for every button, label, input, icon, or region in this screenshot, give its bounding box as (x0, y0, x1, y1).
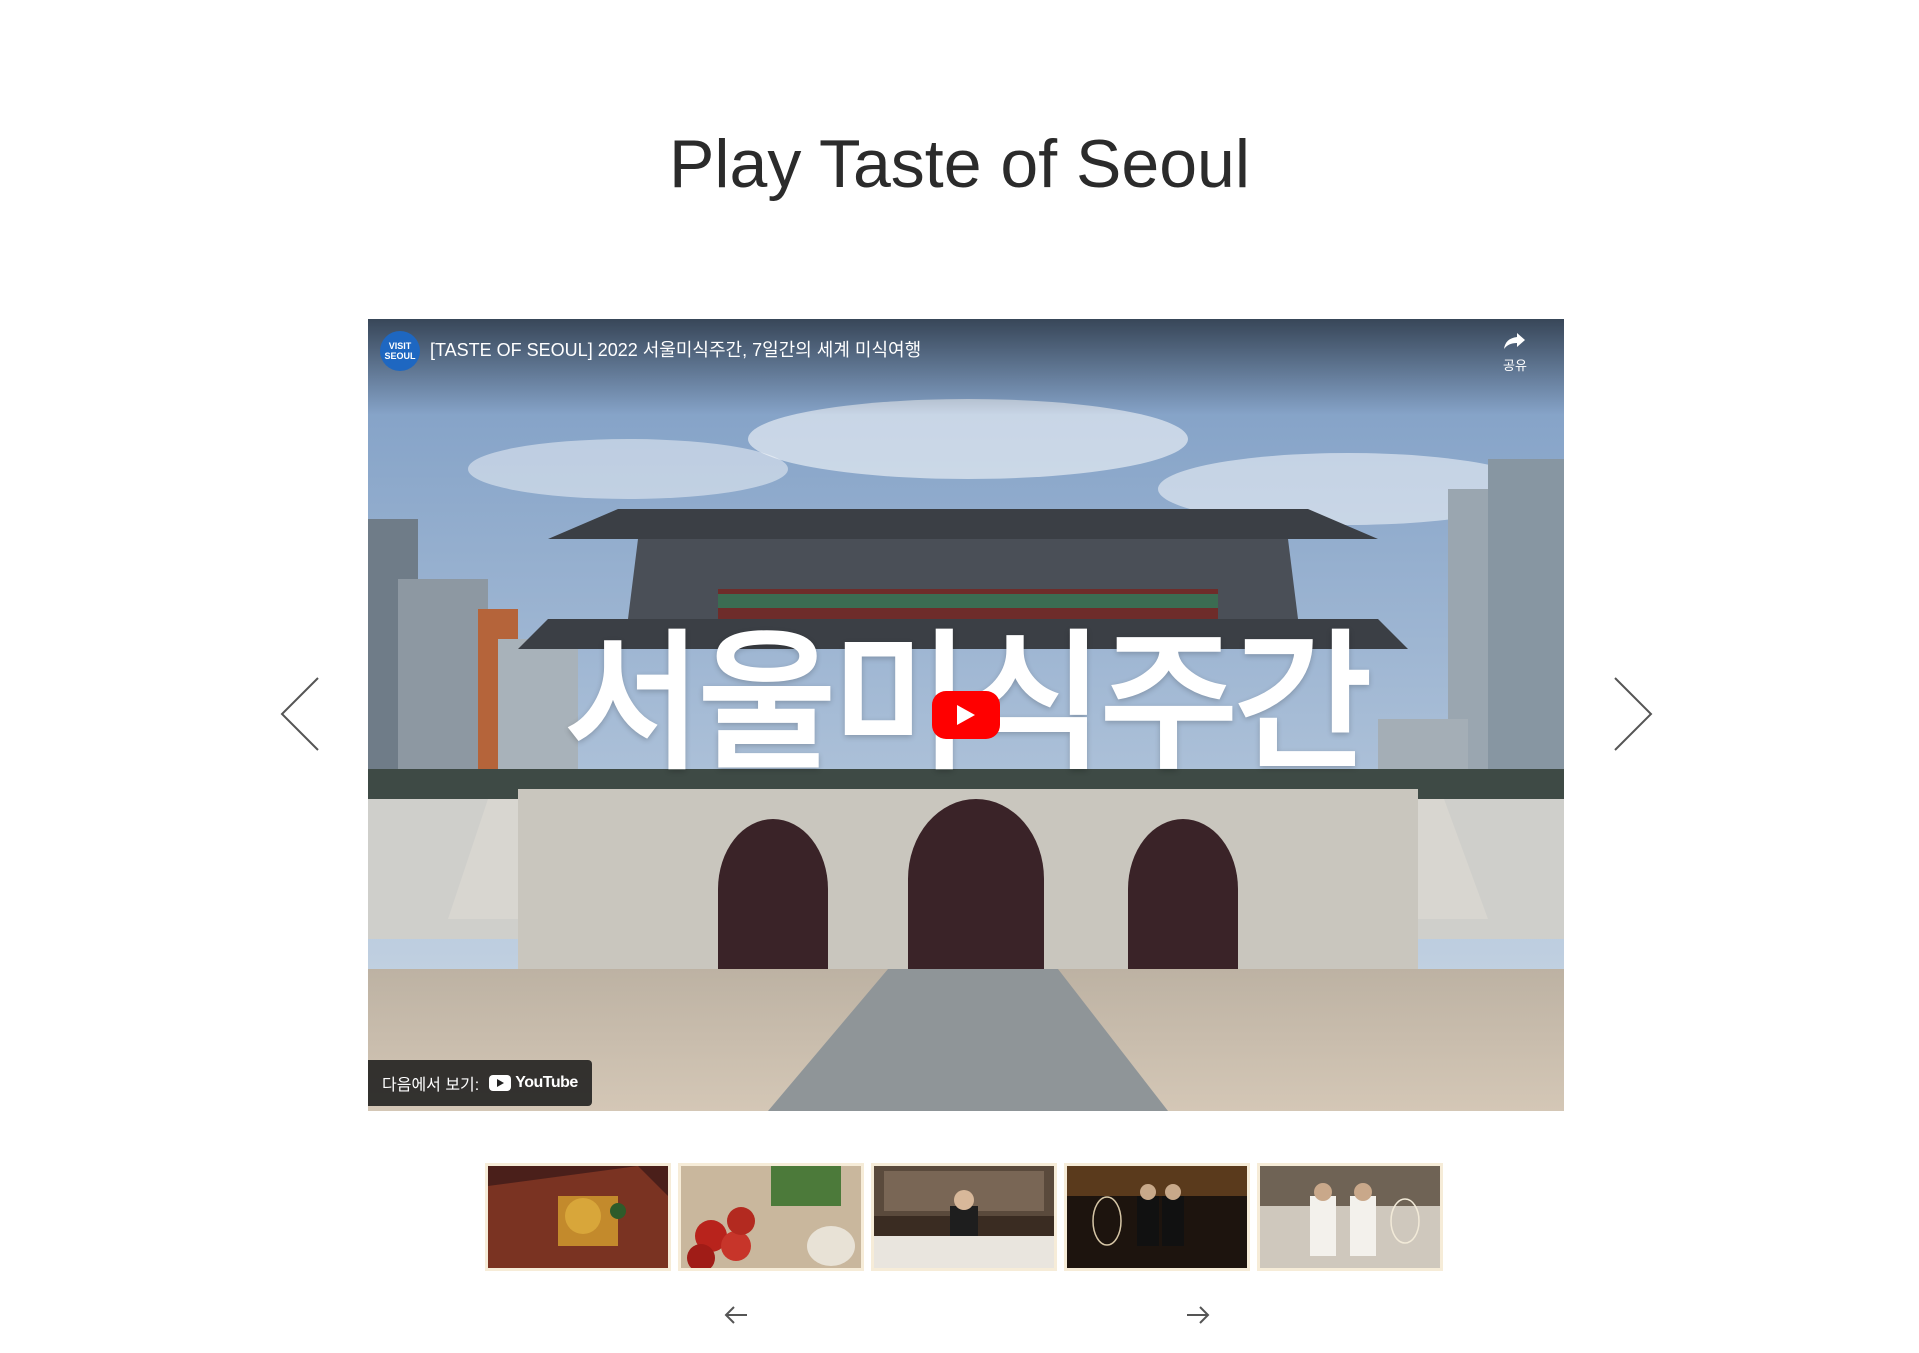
thumbnail-strip (485, 1163, 1443, 1271)
title-bar-shade (368, 319, 1564, 415)
chevron-right-icon (1614, 677, 1653, 751)
thumbnail-4-image (1067, 1166, 1247, 1268)
chevron-left-icon (280, 677, 319, 751)
thumbnail-3-image (874, 1166, 1054, 1268)
share-icon (1504, 333, 1525, 349)
watch-on-label: 다음에서 보기: (382, 1077, 480, 1094)
thumbnail-1[interactable] (485, 1163, 671, 1271)
thumbnail-5[interactable] (1257, 1163, 1443, 1271)
youtube-logo: YouTube (489, 1074, 578, 1092)
watch-on-youtube-button[interactable]: 다음에서 보기: YouTube (368, 1060, 592, 1106)
share-label: 공유 (1503, 358, 1527, 373)
thumbnail-1-image (488, 1166, 668, 1268)
video-player[interactable]: VISIT SEOUL [TASTE OF SEOUL] 2022 서울미식주간… (368, 319, 1564, 1111)
thumbnail-3[interactable] (871, 1163, 1057, 1271)
play-icon (957, 705, 975, 725)
page-title: Play Taste of Seoul (669, 126, 1250, 202)
thumbnail-4[interactable] (1064, 1163, 1250, 1271)
arrow-left-icon (724, 1306, 747, 1324)
carousel-next-button[interactable] (1611, 676, 1655, 752)
video-title[interactable]: [TASTE OF SEOUL] 2022 서울미식주간, 7일간의 세계 미식… (430, 339, 921, 361)
thumbnails-next-button[interactable] (1183, 1300, 1213, 1330)
thumbnail-2[interactable] (678, 1163, 864, 1271)
youtube-label: YouTube (515, 1074, 578, 1091)
youtube-icon (489, 1075, 512, 1091)
thumbnail-2-image (681, 1166, 861, 1268)
thumbnails-prev-button[interactable] (721, 1300, 751, 1330)
play-button[interactable] (932, 691, 1000, 739)
channel-logo[interactable]: VISIT SEOUL (380, 331, 420, 371)
carousel-prev-button[interactable] (278, 676, 322, 752)
arrow-right-icon (1187, 1306, 1210, 1324)
share-button[interactable]: 공유 (1492, 331, 1538, 374)
thumbnail-5-image (1260, 1166, 1440, 1268)
